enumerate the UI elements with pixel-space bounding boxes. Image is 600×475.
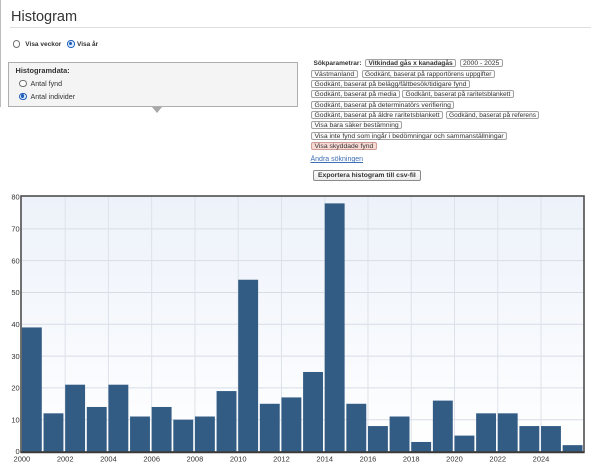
svg-text:30: 30: [11, 352, 19, 361]
svg-text:2000: 2000: [14, 455, 31, 464]
svg-text:2008: 2008: [187, 455, 204, 464]
svg-text:2010: 2010: [230, 455, 247, 464]
svg-text:2022: 2022: [489, 455, 506, 464]
svg-text:2006: 2006: [143, 455, 160, 464]
svg-text:60: 60: [11, 256, 19, 265]
svg-text:70: 70: [11, 225, 19, 234]
svg-text:50: 50: [11, 288, 19, 297]
svg-text:2016: 2016: [360, 455, 377, 464]
svg-text:2020: 2020: [446, 455, 463, 464]
svg-text:20: 20: [11, 384, 19, 393]
svg-text:2002: 2002: [57, 455, 74, 464]
svg-text:2018: 2018: [403, 455, 420, 464]
svg-text:2024: 2024: [533, 455, 550, 464]
svg-text:10: 10: [11, 415, 19, 424]
svg-text:80: 80: [11, 193, 19, 202]
svg-text:40: 40: [11, 320, 19, 329]
svg-text:2014: 2014: [316, 455, 333, 464]
svg-text:2004: 2004: [100, 455, 117, 464]
svg-text:2012: 2012: [273, 455, 290, 464]
